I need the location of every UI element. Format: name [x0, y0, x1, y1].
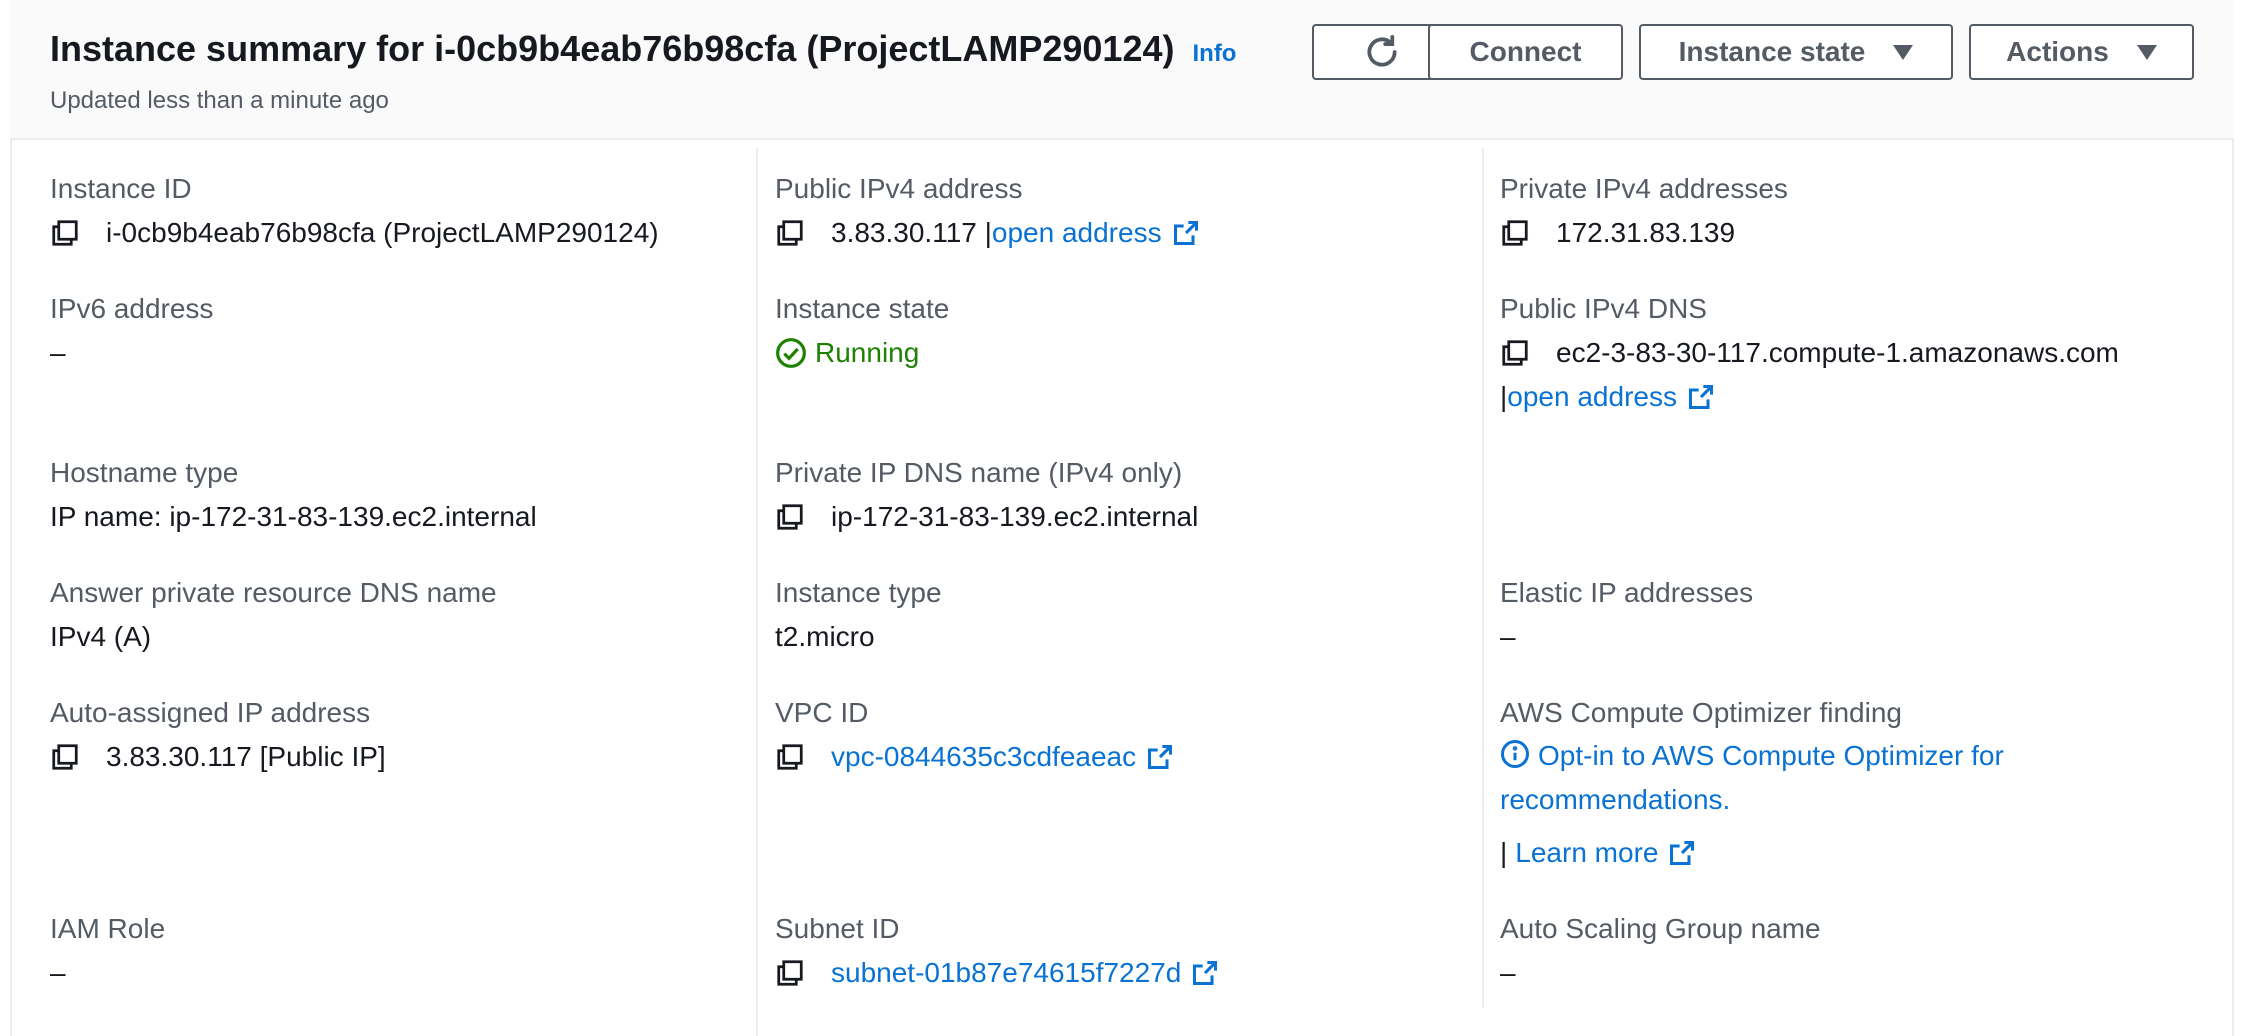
optimizer-opt-in-text: Opt-in to AWS Compute Optimizer for reco… — [1500, 740, 2004, 815]
field-label: Answer private resource DNS name — [50, 577, 497, 608]
title-row: Instance summary for i-0cb9b4eab76b98cfa… — [50, 28, 1236, 70]
learn-more-link[interactable]: Learn more — [1515, 836, 1658, 870]
field-asg-name: Auto Scaling Group name – — [1500, 912, 2160, 990]
ipv6-value: – — [50, 337, 66, 368]
separator: | — [1500, 381, 1508, 412]
refresh-icon — [1367, 35, 1397, 67]
asg-name-value: – — [1500, 957, 1516, 988]
separator: | — [1500, 837, 1508, 868]
field-label: IAM Role — [50, 913, 166, 944]
field-ipv6: IPv6 address – — [50, 292, 710, 370]
external-link-icon — [1173, 220, 1198, 246]
elastic-ip-value: – — [1500, 621, 1516, 652]
actions-dropdown[interactable]: Actions — [1969, 24, 2194, 80]
field-private-dns: Private IP DNS name (IPv4 only) ip-172-3… — [775, 456, 1435, 534]
private-dns-value: ip-172-31-83-139.ec2.internal — [831, 501, 1199, 532]
field-answer-dns: Answer private resource DNS name IPv4 (A… — [50, 576, 710, 654]
external-link-icon — [1193, 960, 1218, 986]
caret-down-icon — [2136, 44, 2157, 60]
copy-icon[interactable] — [775, 958, 805, 988]
field-iam-role: IAM Role – — [50, 912, 710, 990]
private-ipv4-value: 172.31.83.139 — [1556, 217, 1736, 248]
field-optimizer: AWS Compute Optimizer finding Opt-in to … — [1500, 696, 2220, 870]
actions-label: Actions — [2006, 36, 2109, 67]
field-public-ipv4: Public IPv4 address 3.83.30.117 | open a… — [775, 172, 1435, 250]
vpc-id-link[interactable]: vpc-0844635c3cdfeaeac — [831, 740, 1136, 774]
connect-label: Connect — [1469, 36, 1582, 67]
copy-icon[interactable] — [1500, 338, 1530, 368]
field-label: Public IPv4 DNS — [1500, 293, 1707, 324]
field-label: VPC ID — [775, 697, 869, 728]
field-label: Private IPv4 addresses — [1500, 173, 1788, 204]
copy-icon[interactable] — [50, 218, 80, 248]
instance-state-label: Instance state — [1678, 36, 1866, 67]
column-divider — [1482, 148, 1484, 1008]
success-check-icon — [776, 338, 806, 368]
iam-role-value: – — [50, 957, 66, 988]
optimizer-opt-in-link[interactable]: Opt-in to AWS Compute Optimizer for reco… — [1500, 734, 2200, 822]
info-link[interactable]: Info — [1192, 40, 1236, 68]
info-icon — [1501, 740, 1529, 768]
field-elastic-ip: Elastic IP addresses – — [1500, 576, 2160, 654]
instance-id-value: i-0cb9b4eab76b98cfa (ProjectLAMP290124) — [106, 217, 659, 248]
answer-dns-value: IPv4 (A) — [50, 621, 152, 652]
instance-type-value: t2.micro — [775, 621, 875, 652]
field-hostname-type: Hostname type IP name: ip-172-31-83-139.… — [50, 456, 710, 534]
field-label: Subnet ID — [775, 913, 900, 944]
external-link-icon — [1688, 384, 1713, 410]
hostname-type-value: IP name: ip-172-31-83-139.ec2.internal — [50, 501, 537, 532]
field-label: Instance type — [775, 577, 942, 608]
field-instance-type: Instance type t2.micro — [775, 576, 1435, 654]
copy-icon[interactable] — [1500, 218, 1530, 248]
field-label: Auto Scaling Group name — [1500, 913, 1821, 944]
external-link-icon — [1670, 840, 1695, 866]
field-label: Auto-assigned IP address — [50, 697, 371, 728]
field-auto-ip: Auto-assigned IP address 3.83.30.117 [Pu… — [50, 696, 710, 774]
updated-status: Updated less than a minute ago — [50, 87, 389, 114]
public-ipv4-value: 3.83.30.117 | — [831, 217, 992, 248]
caret-down-icon — [1893, 44, 1914, 60]
open-address-link[interactable]: open address — [992, 216, 1162, 250]
copy-icon[interactable] — [50, 742, 80, 772]
public-dns-value: ec2-3-83-30-117.compute-1.amazonaws.com — [1556, 337, 2119, 368]
field-label: Instance ID — [50, 173, 192, 204]
auto-ip-value: 3.83.30.117 [Public IP] — [106, 741, 386, 772]
copy-icon[interactable] — [775, 502, 805, 532]
connect-button[interactable]: Connect — [1428, 24, 1623, 80]
copy-icon[interactable] — [775, 218, 805, 248]
field-instance-state: Instance state Running — [775, 292, 1435, 370]
page-title: Instance summary for i-0cb9b4eab76b98cfa… — [50, 28, 1175, 69]
field-subnet-id: Subnet ID subnet-01b87e74615f7227d — [775, 912, 1435, 990]
copy-icon[interactable] — [775, 742, 805, 772]
instance-state-dropdown[interactable]: Instance state — [1639, 24, 1953, 80]
field-public-dns: Public IPv4 DNS ec2-3-83-30-117.compute-… — [1500, 292, 2160, 414]
open-address-link[interactable]: open address — [1507, 380, 1677, 414]
field-vpc-id: VPC ID vpc-0844635c3cdfeaeac — [775, 696, 1435, 774]
field-label: Private IP DNS name (IPv4 only) — [775, 457, 1183, 488]
field-label: IPv6 address — [50, 293, 214, 324]
field-label: Public IPv4 address — [775, 173, 1023, 204]
subnet-id-link[interactable]: subnet-01b87e74615f7227d — [831, 956, 1181, 990]
column-divider — [756, 148, 758, 1036]
field-instance-id: Instance ID i-0cb9b4eab76b98cfa (Project… — [50, 172, 710, 250]
field-label: AWS Compute Optimizer finding — [1500, 697, 1902, 728]
field-label: Elastic IP addresses — [1500, 577, 1754, 608]
field-label: Instance state — [775, 293, 950, 324]
field-private-ipv4: Private IPv4 addresses 172.31.83.139 — [1500, 172, 2160, 250]
instance-state-value: Running — [815, 337, 920, 368]
field-label: Hostname type — [50, 457, 239, 488]
external-link-icon — [1148, 744, 1173, 770]
